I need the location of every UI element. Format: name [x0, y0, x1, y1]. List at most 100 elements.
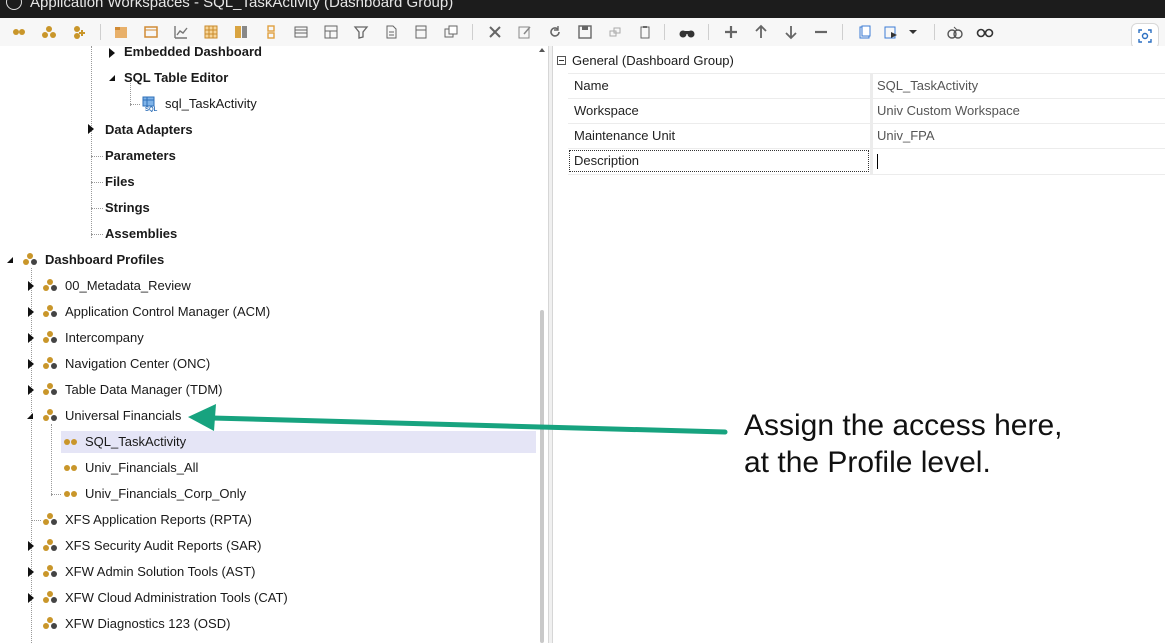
property-group-label: General (Dashboard Group) [572, 53, 734, 68]
expand-arrow-icon[interactable] [28, 359, 34, 369]
tree-node-sql-taskactivity-table[interactable]: sql_TaskActivity [165, 93, 257, 115]
expand-arrow-icon[interactable] [28, 385, 34, 395]
clipboard-icon[interactable] [636, 23, 654, 41]
tree-node-profile[interactable]: Navigation Center (ONC) [65, 353, 210, 375]
collapse-arrow-icon[interactable] [7, 257, 13, 263]
tree-node-profile[interactable]: Intercompany [65, 327, 144, 349]
dropdown-icon[interactable] [904, 23, 922, 41]
collapse-arrow-icon[interactable] [109, 75, 115, 81]
scroll-thumb[interactable] [540, 310, 544, 643]
folder-icon[interactable] [112, 23, 130, 41]
document-icon[interactable] [382, 23, 400, 41]
table-icon[interactable] [292, 23, 310, 41]
collapse-arrow-icon[interactable] [27, 413, 33, 419]
save-icon[interactable] [576, 23, 594, 41]
tree-node-profile[interactable]: XFS Application Reports (RPTA) [65, 509, 252, 531]
profile-icon [43, 565, 57, 577]
expand-arrow-icon[interactable] [28, 567, 34, 577]
remove-icon[interactable] [812, 23, 830, 41]
column-divider[interactable] [870, 124, 873, 149]
profile-icon [43, 305, 57, 317]
tree-connector [130, 104, 140, 105]
tree-node-profile[interactable]: XFW Cloud Administration Tools (CAT) [65, 587, 288, 609]
property-value[interactable]: Univ_FPA [877, 124, 1165, 148]
tree-node-profile[interactable]: 00_Metadata_Review [65, 275, 191, 297]
tree-node-profile[interactable]: XFS Security Audit Reports (SAR) [65, 535, 262, 557]
tree-scrollbar[interactable] [538, 46, 547, 643]
tree-node-profile[interactable]: XFW Diagnostics 123 (OSD) [65, 613, 230, 635]
compare-icon[interactable] [946, 23, 964, 41]
property-row-description[interactable]: Description [568, 148, 1165, 175]
export-icon[interactable] [882, 23, 900, 41]
property-grid: General (Dashboard Group) Name SQL_TaskA… [553, 46, 1165, 643]
delete-icon[interactable] [486, 23, 504, 41]
tree-node-assemblies[interactable]: Assemblies [105, 223, 177, 245]
dashboard-icon[interactable] [142, 23, 160, 41]
column-divider[interactable] [870, 74, 873, 99]
filter-icon[interactable] [352, 23, 370, 41]
profile-icon [43, 279, 57, 291]
layout-grid-icon[interactable] [322, 23, 340, 41]
tree-connector [91, 234, 103, 235]
property-value[interactable]: Univ Custom Workspace [877, 99, 1165, 123]
property-row-workspace[interactable]: Workspace Univ Custom Workspace [568, 98, 1165, 124]
profile-icon [43, 331, 57, 343]
grid-icon[interactable] [202, 23, 220, 41]
tree-node-files[interactable]: Files [105, 171, 135, 193]
tree-node-dashboard-group[interactable]: Univ_Financials_Corp_Only [85, 483, 246, 505]
chart-icon[interactable] [172, 23, 190, 41]
report-icon[interactable] [232, 23, 250, 41]
add-plus-icon[interactable] [722, 23, 740, 41]
tree-node-dashboard-profiles[interactable]: Dashboard Profiles [45, 249, 164, 271]
tree-node-sql-table-editor[interactable]: SQL Table Editor [124, 67, 228, 89]
profile-icon [43, 383, 57, 395]
tree-connector [91, 46, 92, 238]
property-value[interactable]: SQL_TaskActivity [877, 74, 1165, 98]
import-icon[interactable] [856, 23, 874, 41]
layout-icon[interactable] [412, 23, 430, 41]
tree-node-profile[interactable]: Application Control Manager (ACM) [65, 301, 270, 323]
glasses-icon[interactable] [976, 23, 994, 41]
expand-arrow-icon[interactable] [28, 541, 34, 551]
property-row-maintenance-unit[interactable]: Maintenance Unit Univ_FPA [568, 123, 1165, 149]
binoculars-icon[interactable] [678, 23, 696, 41]
db-icon[interactable] [262, 23, 280, 41]
group-icon[interactable] [10, 23, 28, 41]
column-divider[interactable] [870, 99, 873, 124]
expand-arrow-icon[interactable] [28, 333, 34, 343]
tree-node-dashboard-group[interactable]: Univ_Financials_All [85, 457, 198, 479]
workspace-tree: Embedded Dashboard SQL Table Editor SQL … [0, 46, 548, 643]
expand-arrow-icon[interactable] [88, 124, 94, 134]
tree-connector [31, 268, 32, 643]
link-icon[interactable] [606, 23, 624, 41]
move-down-icon[interactable] [782, 23, 800, 41]
move-up-icon[interactable] [752, 23, 770, 41]
property-group-header[interactable]: General (Dashboard Group) [553, 49, 1165, 73]
profile-group-icon [23, 253, 37, 265]
tree-node-strings[interactable]: Strings [105, 197, 150, 219]
description-input[interactable] [877, 149, 1165, 173]
refresh-icon[interactable] [546, 23, 564, 41]
property-row-name[interactable]: Name SQL_TaskActivity [568, 73, 1165, 99]
add-icon[interactable] [70, 23, 88, 41]
expand-arrow-icon[interactable] [28, 307, 34, 317]
tree-node-profile[interactable]: Table Data Manager (TDM) [65, 379, 223, 401]
scroll-up-icon[interactable] [539, 48, 545, 52]
expand-arrow-icon[interactable] [109, 48, 115, 58]
tree-node-sql-taskactivity-selected[interactable]: SQL_TaskActivity [61, 431, 536, 453]
column-divider[interactable] [870, 149, 873, 174]
create-icon[interactable] [40, 23, 58, 41]
edit-icon[interactable] [516, 23, 534, 41]
expand-arrow-icon[interactable] [28, 593, 34, 603]
tree-node-profile[interactable]: XFW Admin Solution Tools (AST) [65, 561, 256, 583]
copy-icon[interactable] [442, 23, 460, 41]
tree-node-parameters[interactable]: Parameters [105, 145, 176, 167]
collapse-group-icon[interactable] [557, 56, 566, 65]
tree-node-data-adapters[interactable]: Data Adapters [105, 119, 193, 141]
profile-icon [43, 617, 57, 629]
tree-node-embedded-dashboard[interactable]: Embedded Dashboard [124, 46, 262, 63]
window-title: Application Workspaces - SQL_TaskActivit… [30, 0, 454, 11]
tree-node-universal-financials[interactable]: Universal Financials [65, 405, 181, 427]
tree-connector [51, 494, 61, 495]
expand-arrow-icon[interactable] [28, 281, 34, 291]
